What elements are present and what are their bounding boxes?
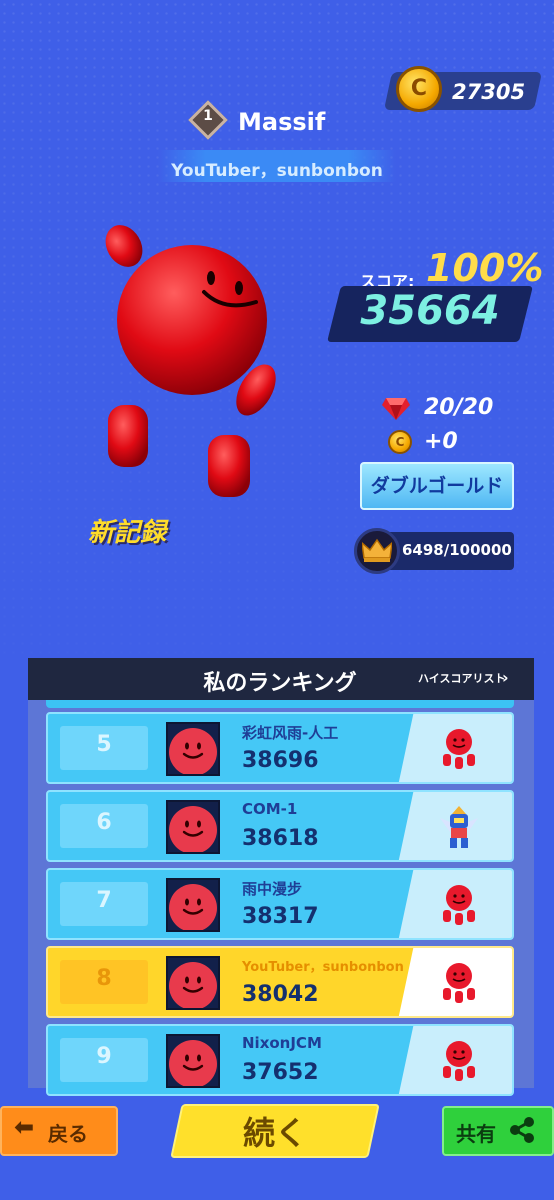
ranking-row-current-player[interactable]: 8 YouTuber，sunbonbon 38042 bbox=[46, 946, 514, 1018]
row-player-name: 彩虹风雨-人工 bbox=[242, 724, 339, 742]
double-gold-button[interactable]: ダブルゴールド bbox=[360, 462, 514, 510]
red-ball-character bbox=[105, 225, 276, 497]
row-player-name: YouTuber，sunbonbon bbox=[242, 960, 404, 975]
new-record-label: 新記録 bbox=[88, 518, 167, 548]
row-score: 38042 bbox=[242, 982, 319, 1007]
rank-number: 9 bbox=[96, 1044, 112, 1069]
robot-mech-icon bbox=[436, 804, 482, 850]
ranking-row[interactable]: 6 COM-1 38618 bbox=[46, 790, 514, 862]
share-icon[interactable] bbox=[508, 1116, 536, 1144]
chevron-right-icon[interactable]: › bbox=[502, 668, 509, 687]
crown-progress-text: 6498/100000 bbox=[402, 541, 512, 559]
crown-icon bbox=[362, 538, 392, 562]
coins-gained: +0 bbox=[424, 429, 458, 454]
avatar bbox=[166, 878, 220, 932]
rank-badge-number: 1 bbox=[203, 108, 213, 124]
back-arrow-icon[interactable]: ⬅ bbox=[14, 1113, 34, 1141]
avatar bbox=[166, 722, 220, 776]
ranking-row-partial bbox=[46, 700, 514, 708]
coin-icon: C bbox=[396, 66, 442, 112]
score-percent: 100% bbox=[426, 246, 544, 290]
ranking-row[interactable]: 5 彩虹风雨-人工 38696 bbox=[46, 712, 514, 784]
red-octopus-icon bbox=[436, 1038, 482, 1084]
row-player-name: NixonJCM bbox=[242, 1034, 322, 1052]
rank-number: 5 bbox=[96, 732, 112, 757]
coin-icon: C bbox=[388, 430, 412, 454]
ranking-row[interactable]: 9 NixonJCM 37652 bbox=[46, 1024, 514, 1096]
row-score: 38696 bbox=[242, 748, 319, 773]
rank-number: 8 bbox=[96, 966, 112, 991]
rank-number: 6 bbox=[96, 810, 112, 835]
ruby-gem-icon bbox=[382, 398, 410, 420]
row-player-name: COM-1 bbox=[242, 800, 298, 818]
red-octopus-icon bbox=[436, 882, 482, 928]
back-button-label[interactable]: 戻る bbox=[48, 1118, 88, 1147]
row-score: 38317 bbox=[242, 904, 319, 929]
row-score: 38618 bbox=[242, 826, 319, 851]
score-value: 35664 bbox=[360, 288, 500, 334]
avatar bbox=[166, 1034, 220, 1088]
avatar bbox=[166, 956, 220, 1010]
player-name: Massif bbox=[238, 108, 326, 136]
row-score: 37652 bbox=[242, 1060, 319, 1085]
continue-button-label[interactable]: 続く bbox=[176, 1108, 374, 1154]
gem-count: 20/20 bbox=[424, 395, 494, 420]
share-button-label[interactable]: 共有 bbox=[456, 1118, 496, 1147]
channel-name: YouTuber，sunbonbon bbox=[171, 161, 383, 181]
avatar bbox=[166, 800, 220, 854]
ranking-row[interactable]: 7 雨中漫步 38317 bbox=[46, 868, 514, 940]
rank-number: 7 bbox=[96, 888, 112, 913]
red-octopus-icon bbox=[436, 726, 482, 772]
high-score-list-link[interactable]: ハイスコアリスト bbox=[418, 670, 505, 686]
coin-balance: 27305 bbox=[452, 80, 526, 104]
ranking-title: 私のランキング bbox=[203, 671, 357, 696]
red-octopus-icon bbox=[436, 960, 482, 1006]
row-player-name: 雨中漫步 bbox=[242, 880, 303, 898]
